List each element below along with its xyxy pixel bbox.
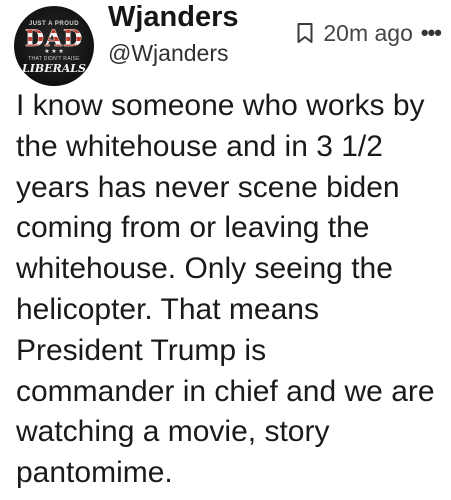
avatar-stars: ★ ★ ★ — [44, 48, 64, 55]
timestamp: 20m ago — [323, 20, 413, 46]
post-text-line: I know someone who works by — [16, 89, 425, 122]
post-text-line: the whitehouse and in 3 1/2 — [16, 129, 383, 163]
user-handle[interactable]: @Wjanders — [108, 38, 229, 68]
avatar-big-text: DAD — [24, 25, 84, 52]
post-body: I know someone who works by the whitehou… — [16, 86, 446, 494]
bookmark-icon[interactable] — [295, 22, 315, 44]
post-text-line: whitehouse. Only seeing the — [16, 252, 393, 286]
post-text-line: watching a movie, story — [16, 415, 330, 449]
post-text-line: coming from or leaving the — [16, 211, 370, 245]
avatar[interactable]: JUST A PROUD DAD ★ ★ ★ THAT DIDN'T RAISE… — [14, 6, 94, 86]
avatar-mid-text: THAT DIDN'T RAISE — [28, 55, 80, 62]
post-text-line: pantomime. — [16, 456, 173, 490]
more-options-icon[interactable]: ••• — [421, 18, 442, 48]
post-meta: 20m ago ••• — [295, 18, 442, 48]
avatar-bottom-text: LIBERALS — [22, 61, 86, 75]
post-text-line: commander in chief and we are — [16, 374, 435, 408]
display-name[interactable]: Wjanders — [108, 0, 239, 34]
post-text-line: helicopter. That means — [16, 292, 319, 326]
post-text-line: years has never scene biden — [16, 170, 400, 204]
post-text-line: President Trump is — [16, 333, 267, 367]
post-card: JUST A PROUD DAD ★ ★ ★ THAT DIDN'T RAISE… — [0, 0, 451, 500]
